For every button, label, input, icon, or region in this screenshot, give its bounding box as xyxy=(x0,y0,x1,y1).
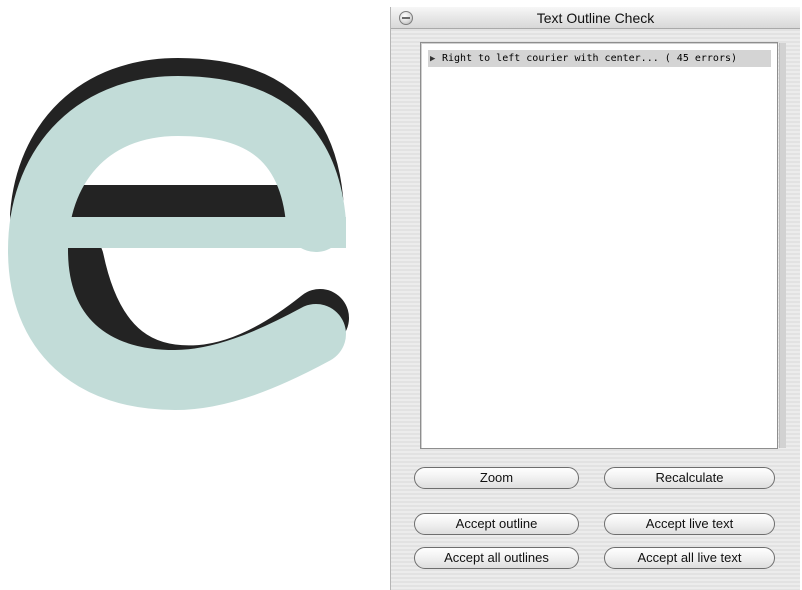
list-scrollbar[interactable] xyxy=(779,43,786,448)
accept-all-outlines-button[interactable]: Accept all outlines xyxy=(414,547,579,569)
artwork-canvas xyxy=(7,57,349,411)
list-item-label: Right to left courier with center... ( 4… xyxy=(442,53,738,64)
accept-live-text-button[interactable]: Accept live text xyxy=(604,513,775,535)
zoom-button[interactable]: Zoom xyxy=(414,467,579,489)
disclosure-triangle-icon[interactable]: ▶ xyxy=(430,51,442,67)
accept-outline-button[interactable]: Accept outline xyxy=(414,513,579,535)
recalculate-button[interactable]: Recalculate xyxy=(604,467,775,489)
accept-all-live-text-button[interactable]: Accept all live text xyxy=(604,547,775,569)
window-title: Text Outline Check xyxy=(536,10,655,26)
errors-list[interactable]: ▶ Right to left courier with center... ( … xyxy=(420,42,778,449)
list-item[interactable]: ▶ Right to left courier with center... ( … xyxy=(428,50,771,67)
window-titlebar[interactable]: Text Outline Check xyxy=(391,7,800,29)
text-outline-check-window: Text Outline Check ▶ Right to left courie… xyxy=(390,7,800,590)
letter-e-glyph xyxy=(7,75,346,411)
screen: Text Outline Check ▶ Right to left courie… xyxy=(0,0,802,590)
